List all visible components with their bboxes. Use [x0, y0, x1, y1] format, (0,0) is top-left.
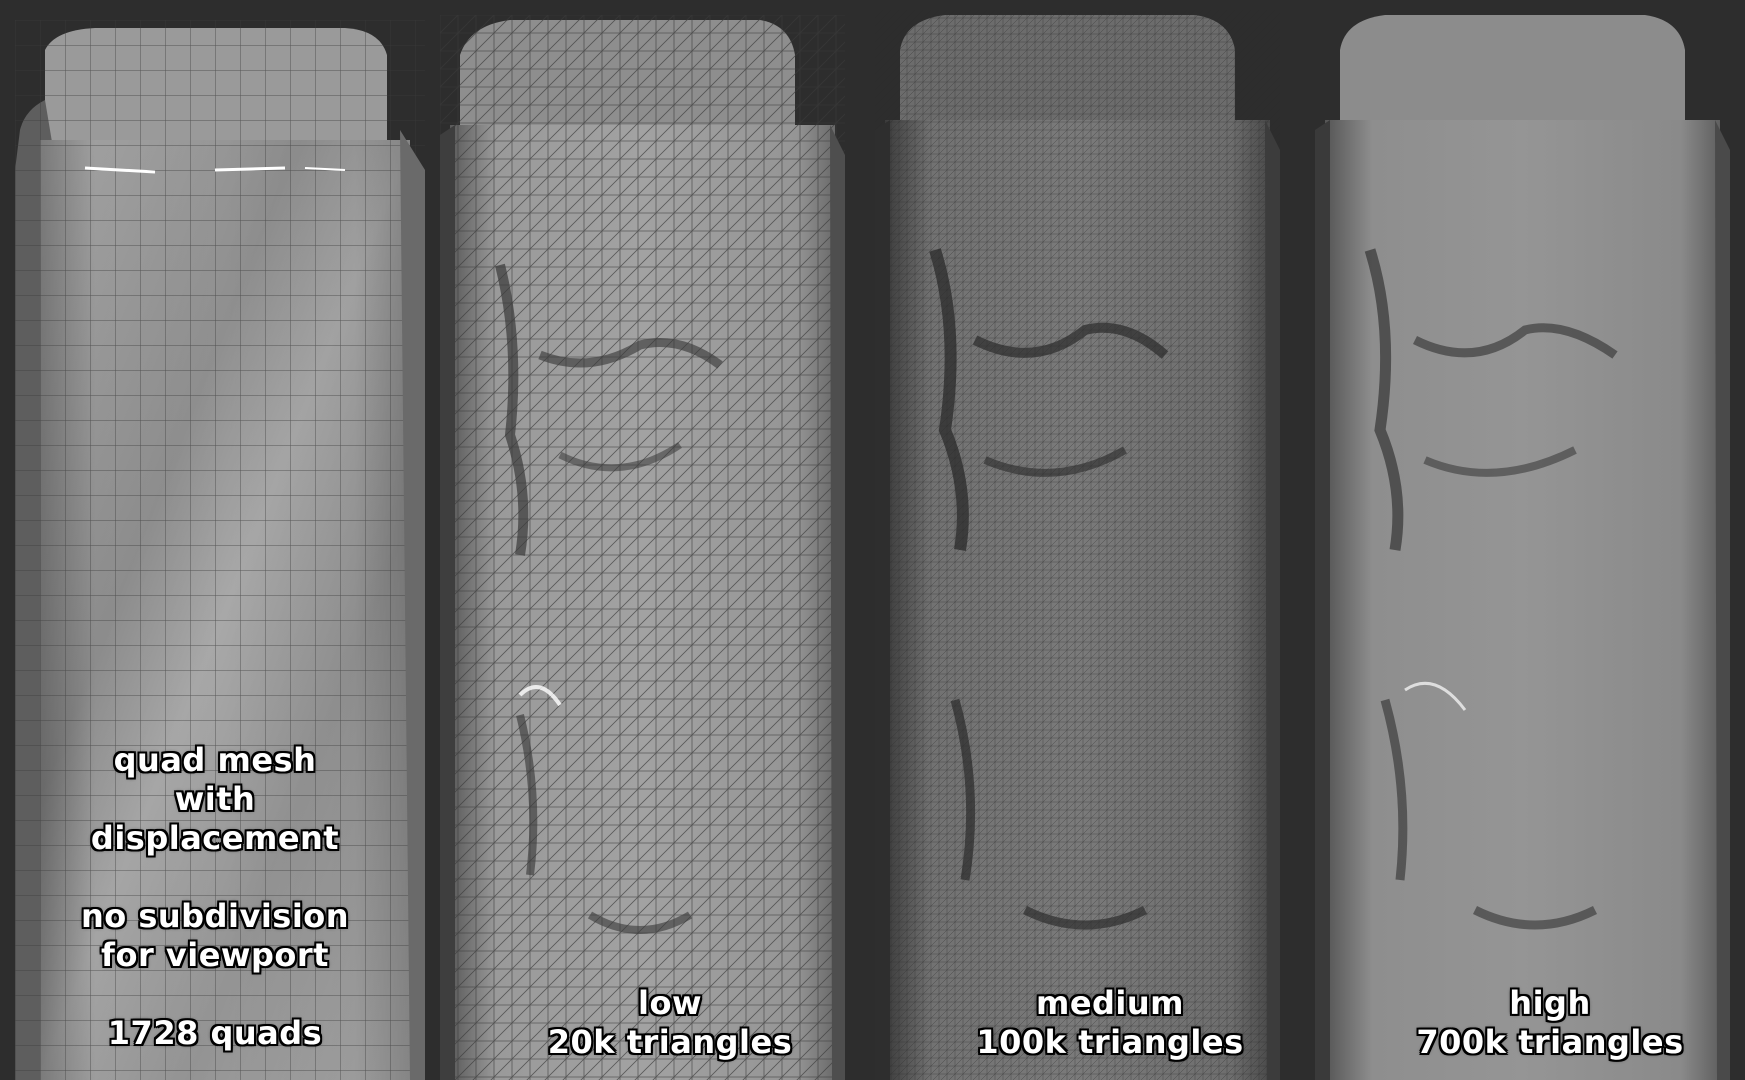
caption-high-line1: high [1509, 984, 1591, 1022]
caption-medium-line2: 100k triangles [976, 1023, 1244, 1061]
caption-low-line1: low [637, 984, 702, 1022]
caption-high: high 700k triangles [1350, 984, 1745, 1062]
caption-medium: medium 100k triangles [910, 984, 1310, 1062]
caption-quad-line2: with [174, 780, 256, 818]
caption-medium-line1: medium [1035, 984, 1185, 1022]
pillar-low [440, 15, 845, 1080]
pillar-low-render [440, 15, 845, 1080]
comparison-scene: quad mesh with displacement no subdivisi… [0, 0, 1745, 1080]
caption-low-line2: 20k triangles [547, 1023, 793, 1061]
caption-quad-line6: 1728 quads [107, 1014, 323, 1052]
pillar-high-render [1315, 15, 1730, 1080]
caption-high-line2: 700k triangles [1416, 1023, 1684, 1061]
caption-quad-line4: no subdivision [80, 897, 350, 935]
caption-quad-mesh: quad mesh with displacement no subdivisi… [40, 741, 390, 1053]
caption-quad-line5: for viewport [101, 936, 329, 974]
pillar-medium [875, 10, 1280, 1080]
pillar-medium-render [875, 10, 1280, 1080]
caption-gap [40, 858, 390, 897]
caption-low: low 20k triangles [470, 984, 870, 1062]
caption-quad-line3: displacement [90, 819, 340, 857]
caption-gap [40, 975, 390, 1014]
pillar-high [1315, 10, 1730, 1080]
caption-quad-line1: quad mesh [113, 741, 317, 779]
